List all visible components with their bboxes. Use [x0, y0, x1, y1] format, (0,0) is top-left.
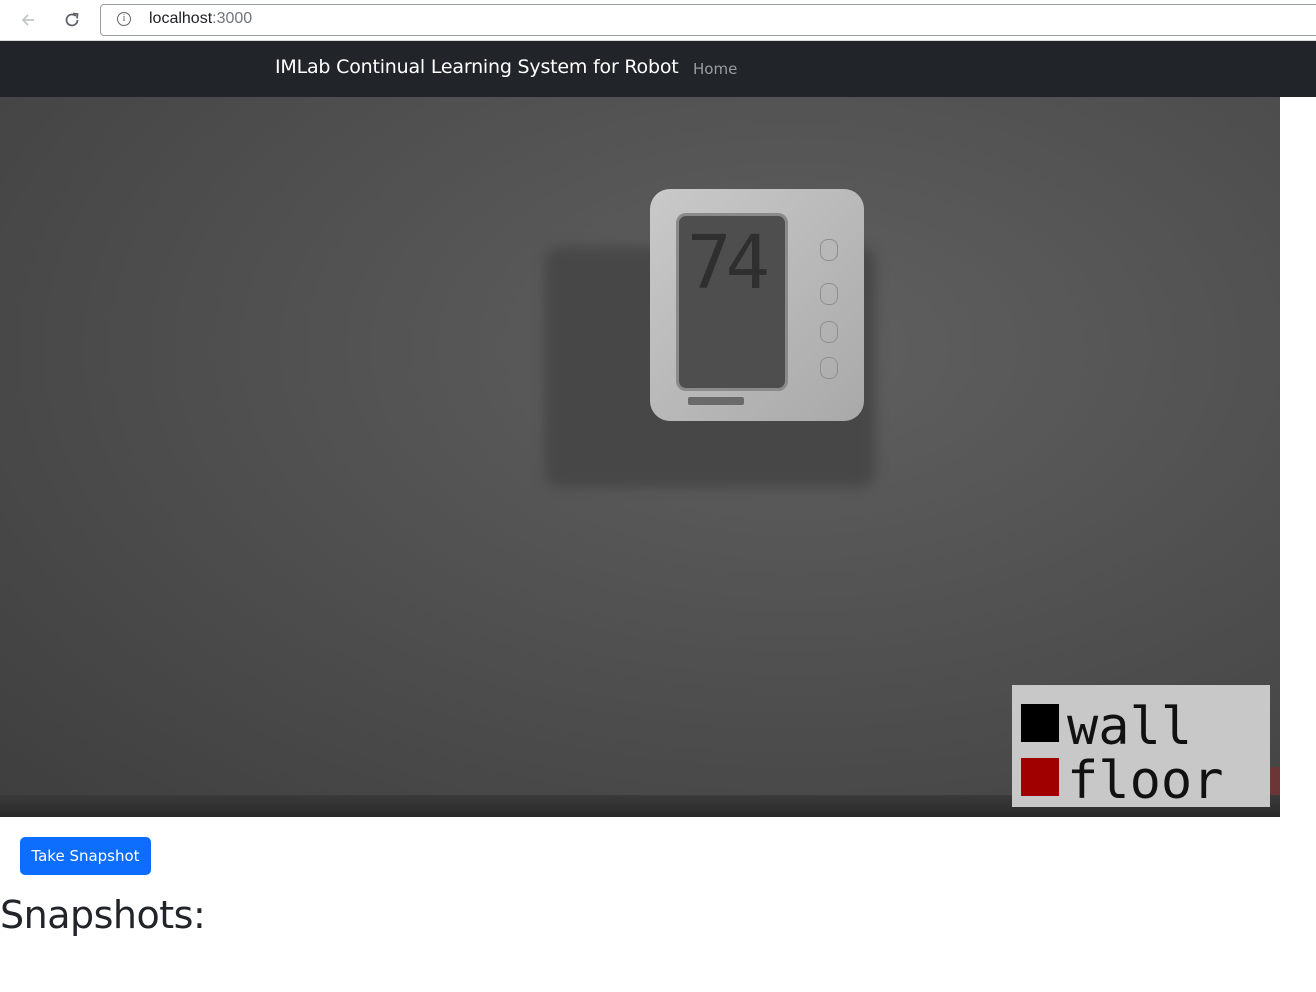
segmentation-legend: wall floor: [1012, 685, 1270, 807]
legend-label-wall: wall: [1067, 697, 1193, 757]
thermostat-button-down: [820, 321, 838, 343]
legend-item-wall: wall: [1021, 693, 1192, 753]
thermostat-logo: [688, 397, 744, 405]
thermostat-button-up: [820, 283, 838, 305]
url-port: :3000: [212, 10, 253, 27]
address-bar[interactable]: i localhost:3000: [100, 4, 1316, 36]
legend-label-floor: floor: [1067, 751, 1224, 811]
thermostat-button-fan: [820, 357, 838, 379]
thermostat-screen: 74: [676, 213, 788, 391]
camera-feed: 74 wall floor: [0, 97, 1280, 817]
back-arrow-icon[interactable]: [14, 6, 42, 34]
reload-icon[interactable]: [58, 6, 86, 34]
thermostat-button-mode: [820, 239, 838, 261]
browser-toolbar: i localhost:3000: [0, 0, 1316, 41]
nav-link-home[interactable]: Home: [693, 60, 737, 78]
url-host: localhost: [149, 10, 213, 27]
snapshots-heading: Snapshots:: [0, 893, 206, 937]
url-text: localhost:3000: [149, 10, 252, 28]
site-info-icon[interactable]: i: [117, 12, 131, 26]
legend-item-floor: floor: [1021, 747, 1224, 807]
legend-swatch-floor: [1021, 758, 1059, 796]
thermostat-device: 74: [650, 189, 864, 421]
legend-swatch-wall: [1021, 704, 1059, 742]
app-navbar: IMLab Continual Learning System for Robo…: [0, 41, 1316, 97]
thermostat-reading: 74: [687, 220, 770, 306]
take-snapshot-button[interactable]: Take Snapshot: [20, 837, 151, 875]
navbar-brand[interactable]: IMLab Continual Learning System for Robo…: [275, 56, 679, 78]
